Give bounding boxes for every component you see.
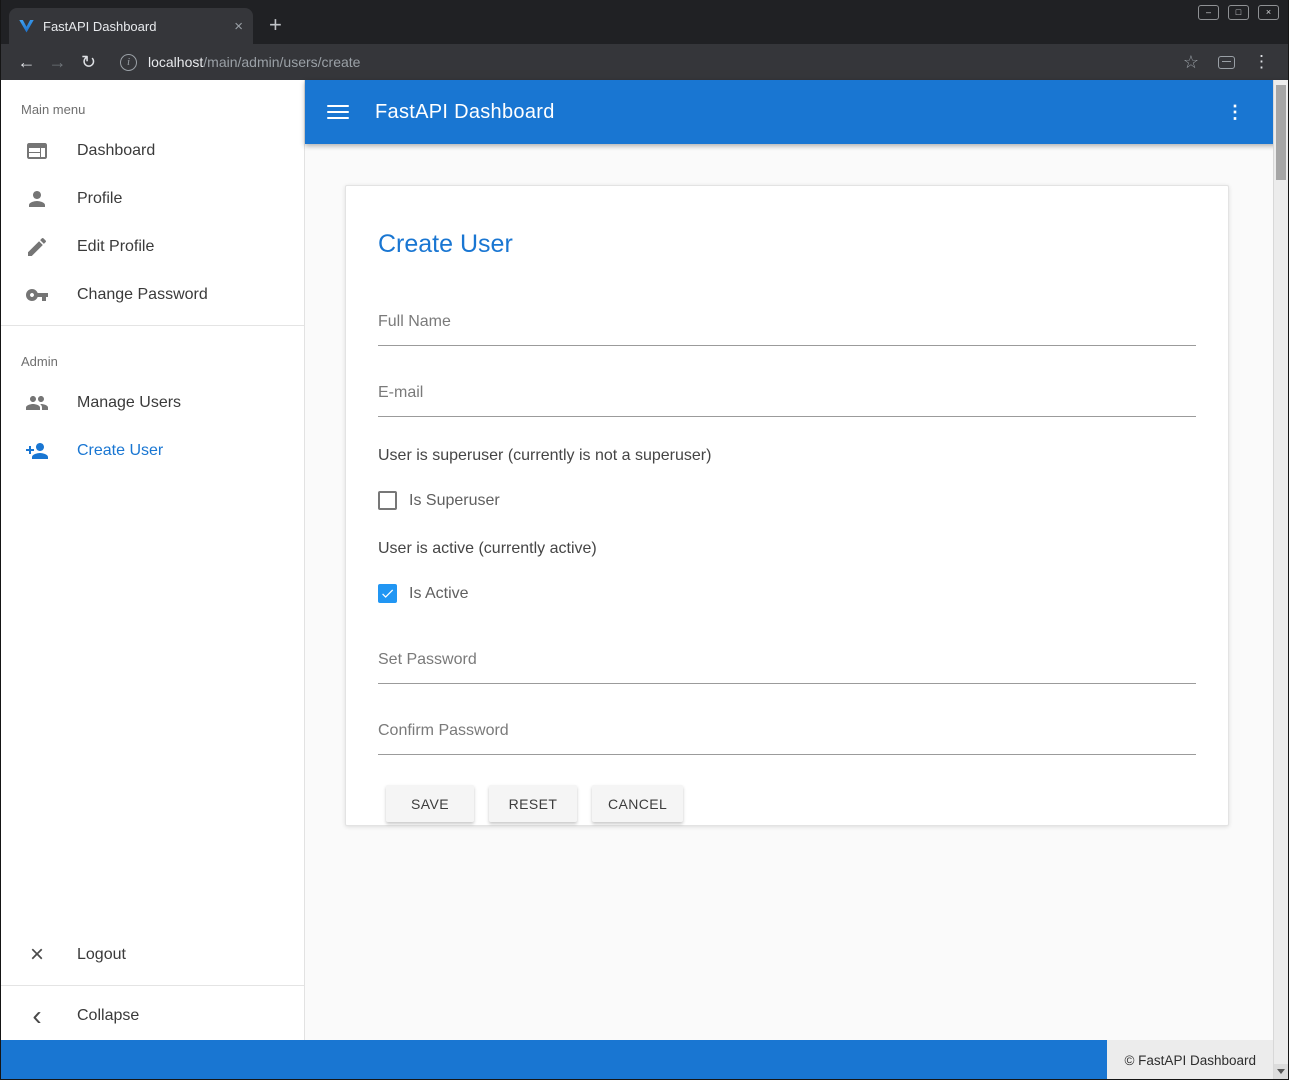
app-bar-title: FastAPI Dashboard	[375, 101, 555, 124]
is-superuser-label: Is Superuser	[409, 492, 500, 510]
person-icon	[25, 187, 49, 211]
scrollbar-down-arrow[interactable]	[1274, 1064, 1288, 1079]
bookmark-star-icon[interactable]: ☆	[1183, 52, 1199, 73]
sidebar-item-label: Collapse	[77, 1007, 139, 1025]
new-tab-button[interactable]: +	[269, 14, 282, 36]
url-host[interactable]: localhost	[148, 54, 203, 70]
sidebar-bottom: × Logout ‹ Collapse	[1, 931, 304, 1040]
back-icon[interactable]: ←	[11, 47, 42, 77]
person-add-icon	[25, 439, 49, 463]
is-active-label: Is Active	[409, 585, 469, 603]
sidebar-item-create-user[interactable]: Create User	[1, 427, 304, 475]
browser-menu-dots-icon[interactable]: ⋮	[1253, 52, 1270, 72]
url-path[interactable]: /main/admin/users/create	[203, 54, 360, 70]
pencil-icon	[25, 235, 49, 259]
is-active-checkbox[interactable]	[378, 584, 397, 603]
window-close-button[interactable]: ×	[1258, 5, 1279, 20]
sidebar-item-collapse[interactable]: ‹ Collapse	[1, 992, 304, 1040]
sidebar-item-label: Profile	[77, 190, 122, 208]
sidebar-item-label: Create User	[77, 442, 163, 460]
window-maximize-button[interactable]: □	[1228, 5, 1249, 20]
is-superuser-checkbox[interactable]	[378, 491, 397, 510]
extensions-icon-bar	[1222, 61, 1231, 63]
app-bar-menu-dots-icon[interactable]: ⋮	[1226, 102, 1244, 123]
save-button[interactable]: SAVE	[386, 785, 474, 822]
page-body: Main menu Dashboard Profile Edit Profile	[1, 80, 1288, 1040]
cancel-button[interactable]: CANCEL	[592, 785, 683, 822]
reload-icon[interactable]: ↻	[73, 47, 104, 77]
sidebar-item-label: Logout	[77, 946, 126, 964]
sidebar: Main menu Dashboard Profile Edit Profile	[1, 80, 305, 1040]
tab-title: FastAPI Dashboard	[43, 19, 225, 34]
main-area: FastAPI Dashboard ⋮ Create User User is …	[305, 80, 1288, 1040]
sidebar-item-profile[interactable]: Profile	[1, 175, 304, 223]
forward-icon[interactable]: →	[42, 47, 73, 77]
footer: © FastAPI Dashboard	[1, 1040, 1288, 1080]
sidebar-item-label: Edit Profile	[77, 238, 154, 256]
chevron-left-icon: ‹	[25, 1005, 49, 1027]
sidebar-item-logout[interactable]: × Logout	[1, 931, 304, 979]
sidebar-item-label: Change Password	[77, 286, 208, 304]
window-controls: – □ ×	[1198, 5, 1279, 20]
browser-toolbar: ← → ↻ i localhost /main/admin/users/crea…	[1, 44, 1288, 80]
hamburger-menu-icon[interactable]	[327, 105, 349, 119]
sidebar-item-change-password[interactable]: Change Password	[1, 271, 304, 319]
browser-tab[interactable]: FastAPI Dashboard ×	[9, 8, 253, 44]
confirm-password-input[interactable]	[378, 718, 1196, 755]
scrollbar-track[interactable]	[1273, 80, 1288, 1079]
sidebar-divider	[1, 325, 304, 326]
sidebar-item-manage-users[interactable]: Manage Users	[1, 379, 304, 427]
dashboard-icon	[25, 139, 49, 163]
footer-copyright: © FastAPI Dashboard	[1107, 1040, 1273, 1080]
create-user-card: Create User User is superuser (currently…	[345, 185, 1229, 826]
reset-button[interactable]: RESET	[489, 785, 577, 822]
sidebar-item-dashboard[interactable]: Dashboard	[1, 127, 304, 175]
email-input[interactable]	[378, 380, 1196, 417]
active-checkbox-row: Is Active	[378, 584, 1196, 603]
logout-x-icon: ×	[25, 943, 49, 967]
page-title: Create User	[378, 230, 1196, 259]
sidebar-section-main-menu: Main menu	[1, 80, 304, 127]
main-content: Create User User is superuser (currently…	[305, 144, 1288, 1040]
window-minimize-button[interactable]: –	[1198, 5, 1219, 20]
browser-window: FastAPI Dashboard × + – □ × ← → ↻ i loca…	[0, 0, 1289, 1080]
site-info-icon[interactable]: i	[120, 54, 137, 71]
sidebar-item-label: Manage Users	[77, 394, 181, 412]
sidebar-divider	[1, 985, 304, 986]
superuser-hint-text: User is superuser (currently is not a su…	[378, 447, 1196, 465]
browser-titlebar: FastAPI Dashboard × + – □ ×	[1, 0, 1288, 44]
extensions-icon[interactable]	[1218, 56, 1235, 69]
sidebar-item-edit-profile[interactable]: Edit Profile	[1, 223, 304, 271]
people-icon	[25, 391, 49, 415]
active-hint-text: User is active (currently active)	[378, 540, 1196, 558]
app-bar: FastAPI Dashboard ⋮	[305, 80, 1288, 144]
tab-close-icon[interactable]: ×	[234, 19, 243, 34]
key-icon	[25, 283, 49, 307]
full-name-input[interactable]	[378, 309, 1196, 346]
scrollbar-thumb[interactable]	[1276, 85, 1286, 180]
form-buttons: SAVE RESET CANCEL	[386, 785, 1196, 822]
superuser-checkbox-row: Is Superuser	[378, 491, 1196, 510]
vuetify-favicon-icon	[19, 20, 34, 33]
set-password-input[interactable]	[378, 647, 1196, 684]
sidebar-section-admin: Admin	[1, 332, 304, 379]
checkmark-icon	[380, 586, 395, 601]
sidebar-item-label: Dashboard	[77, 142, 155, 160]
